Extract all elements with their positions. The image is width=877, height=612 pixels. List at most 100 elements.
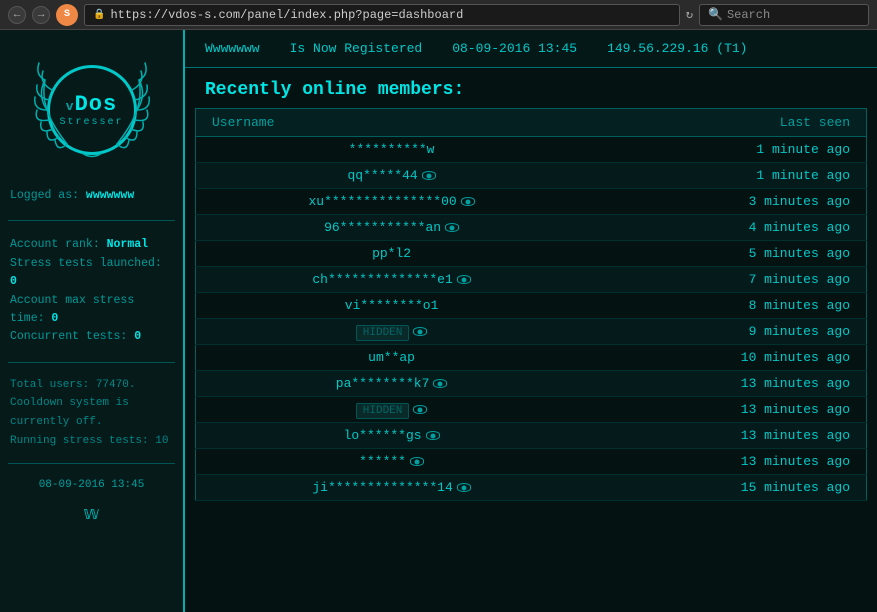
cell-last-seen: 3 minutes ago: [587, 189, 866, 215]
cell-last-seen: 4 minutes ago: [587, 215, 866, 241]
url-text: https://vdos-s.com/panel/index.php?page=…: [110, 8, 463, 22]
cell-last-seen: 13 minutes ago: [587, 371, 866, 397]
cell-last-seen: 5 minutes ago: [587, 241, 866, 267]
eye-icon[interactable]: [461, 197, 475, 206]
sidebar-account-info: Account rank: Normal Stress tests launch…: [8, 232, 175, 350]
banner-username: Wwwwwww: [205, 41, 260, 56]
eye-icon[interactable]: [433, 379, 447, 388]
cell-username: pa********k7: [196, 371, 588, 397]
stress-tests-row: Stress tests launched: 0: [10, 255, 173, 292]
cell-username: vi********o1: [196, 293, 588, 319]
hidden-badge: HIDDEN: [356, 325, 410, 341]
search-icon: 🔍: [708, 7, 723, 22]
sidebar-divider-2: [8, 362, 175, 363]
cell-username: xu***************00: [196, 189, 588, 215]
banner-datetime: 08-09-2016 13:45: [452, 41, 577, 56]
eye-icon[interactable]: [422, 171, 436, 180]
table-row: pa********k713 minutes ago: [196, 371, 867, 397]
eye-icon[interactable]: [457, 275, 471, 284]
cell-username: qq*****44: [196, 163, 588, 189]
content-area: Wwwwwww Is Now Registered 08-09-2016 13:…: [185, 30, 877, 612]
total-users: Total users: 77470.: [10, 376, 173, 395]
cell-username: ch**************e1: [196, 267, 588, 293]
laurel-icon: [27, 45, 157, 175]
banner-ip: 149.56.229.16 (T1): [607, 41, 747, 56]
logged-as-label: Logged as:: [10, 189, 79, 202]
col-last-seen: Last seen: [587, 109, 866, 137]
url-bar[interactable]: 🔒 https://vdos-s.com/panel/index.php?pag…: [84, 4, 680, 26]
table-header-row: Username Last seen: [196, 109, 867, 137]
max-stress-row: Account max stress time: 0: [10, 292, 173, 329]
cell-username: ******: [196, 449, 588, 475]
table-row: HIDDEN 13 minutes ago: [196, 397, 867, 423]
table-row: **********w1 minute ago: [196, 137, 867, 163]
cell-username: HIDDEN: [196, 319, 588, 345]
cell-last-seen: 15 minutes ago: [587, 475, 866, 501]
table-row: HIDDEN 9 minutes ago: [196, 319, 867, 345]
members-table: Username Last seen **********w1 minute a…: [195, 108, 867, 501]
search-placeholder: Search: [727, 8, 770, 22]
cooldown-status: Cooldown system is currently off.: [10, 394, 173, 431]
page-title-bar: Recently online members:: [185, 68, 877, 108]
cell-username: 96***********an: [196, 215, 588, 241]
cell-username: **********w: [196, 137, 588, 163]
cell-last-seen: 9 minutes ago: [587, 319, 866, 345]
logged-as-value: wwwwwww: [86, 189, 134, 202]
eye-icon[interactable]: [445, 223, 459, 232]
browser-logo: S: [56, 4, 78, 26]
cell-last-seen: 1 minute ago: [587, 137, 866, 163]
twitter-icon[interactable]: 𝕨: [83, 503, 99, 525]
table-row: 96***********an4 minutes ago: [196, 215, 867, 241]
concurrent-row: Concurrent tests: 0: [10, 328, 173, 346]
sidebar-datetime: 08-09-2016 13:45: [39, 479, 145, 491]
sidebar-stats: Total users: 77470. Cooldown system is c…: [8, 374, 175, 453]
table-scroll[interactable]: Username Last seen **********w1 minute a…: [185, 108, 877, 612]
cell-last-seen: 7 minutes ago: [587, 267, 866, 293]
lock-icon: 🔒: [93, 9, 105, 21]
cell-username: lo******gs: [196, 423, 588, 449]
table-row: ch**************e17 minutes ago: [196, 267, 867, 293]
eye-icon[interactable]: [426, 431, 440, 440]
forward-button[interactable]: →: [32, 6, 50, 24]
cell-username: pp*l2: [196, 241, 588, 267]
cell-last-seen: 1 minute ago: [587, 163, 866, 189]
sidebar: vDos Stresser Logged as: wwwwwww Account…: [0, 30, 185, 612]
eye-icon[interactable]: [410, 457, 424, 466]
table-row: lo******gs13 minutes ago: [196, 423, 867, 449]
back-button[interactable]: ←: [8, 6, 26, 24]
col-username: Username: [196, 109, 588, 137]
table-row: qq*****441 minute ago: [196, 163, 867, 189]
eye-icon[interactable]: [413, 405, 427, 414]
sidebar-divider-3: [8, 463, 175, 464]
account-rank-row: Account rank: Normal: [10, 236, 173, 254]
hidden-badge: HIDDEN: [356, 403, 410, 419]
main-layout: vDos Stresser Logged as: wwwwwww Account…: [0, 30, 877, 612]
search-bar[interactable]: 🔍 Search: [699, 4, 869, 26]
top-banner: Wwwwwww Is Now Registered 08-09-2016 13:…: [185, 30, 877, 68]
table-row: vi********o18 minutes ago: [196, 293, 867, 319]
browser-chrome: ← → S 🔒 https://vdos-s.com/panel/index.p…: [0, 0, 877, 30]
logo-container: vDos Stresser: [27, 45, 157, 175]
sidebar-divider-1: [8, 220, 175, 221]
cell-username: um**ap: [196, 345, 588, 371]
cell-last-seen: 13 minutes ago: [587, 397, 866, 423]
reload-button[interactable]: ↻: [686, 7, 693, 22]
cell-last-seen: 13 minutes ago: [587, 423, 866, 449]
table-row: um**ap10 minutes ago: [196, 345, 867, 371]
logged-as-row: Logged as: wwwwwww: [10, 187, 173, 205]
page-title: Recently online members:: [205, 80, 857, 100]
cell-last-seen: 8 minutes ago: [587, 293, 866, 319]
cell-username: HIDDEN: [196, 397, 588, 423]
cell-last-seen: 10 minutes ago: [587, 345, 866, 371]
table-row: ******13 minutes ago: [196, 449, 867, 475]
eye-icon[interactable]: [457, 483, 471, 492]
sidebar-info: Logged as: wwwwwww: [8, 183, 175, 209]
eye-icon[interactable]: [413, 327, 427, 336]
table-row: pp*l25 minutes ago: [196, 241, 867, 267]
cell-username: ji**************14: [196, 475, 588, 501]
cell-last-seen: 13 minutes ago: [587, 449, 866, 475]
banner-status: Is Now Registered: [290, 41, 423, 56]
table-row: xu***************003 minutes ago: [196, 189, 867, 215]
table-row: ji**************1415 minutes ago: [196, 475, 867, 501]
running-tests: Running stress tests: 10: [10, 432, 173, 451]
